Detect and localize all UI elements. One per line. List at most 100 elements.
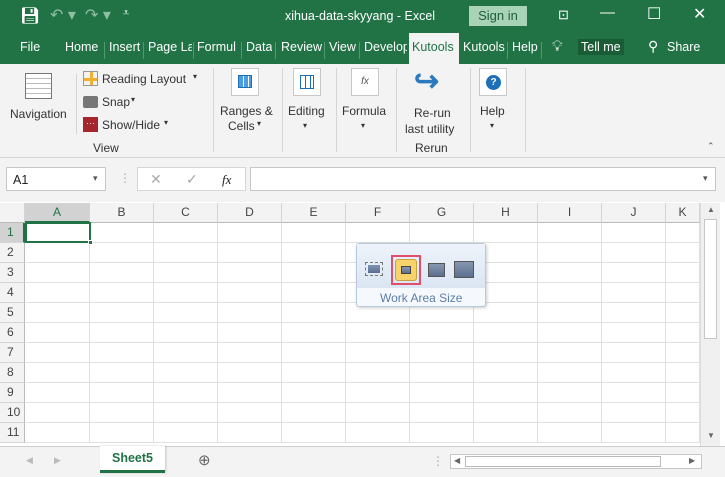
navigation-button[interactable]: Navigation [5, 70, 71, 130]
cell[interactable] [25, 423, 90, 443]
row-header[interactable]: 9 [0, 383, 25, 403]
cell[interactable] [602, 243, 666, 263]
maximize-icon[interactable]: ☐ [647, 4, 661, 24]
tab-kutools-plus[interactable]: Kutools [463, 40, 505, 54]
cell[interactable] [154, 263, 218, 283]
tab-kutools-active[interactable]: Kutools [409, 33, 459, 64]
cell[interactable] [90, 263, 154, 283]
fill-handle[interactable] [88, 240, 93, 245]
tab-developer[interactable]: Develop [364, 40, 407, 54]
cell[interactable] [410, 343, 474, 363]
cell[interactable] [154, 303, 218, 323]
column-header[interactable]: K [666, 203, 700, 223]
row-header[interactable]: 7 [0, 343, 25, 363]
undo-icon[interactable]: ↶ ▾ [50, 5, 76, 25]
vertical-scroll-thumb[interactable] [704, 219, 717, 339]
cell[interactable] [474, 403, 538, 423]
cell[interactable] [218, 423, 282, 443]
row-header[interactable]: 2 [0, 243, 25, 263]
cell[interactable] [346, 343, 410, 363]
cell[interactable] [346, 423, 410, 443]
cell[interactable] [666, 223, 700, 243]
row-header[interactable]: 10 [0, 403, 25, 423]
cell[interactable] [346, 223, 410, 243]
cell[interactable] [154, 343, 218, 363]
cell[interactable] [90, 223, 154, 243]
cell[interactable] [538, 423, 602, 443]
cell[interactable] [154, 243, 218, 263]
tab-data[interactable]: Data [246, 40, 272, 54]
cell[interactable] [25, 383, 90, 403]
cell[interactable] [602, 283, 666, 303]
name-box[interactable]: A1 ▾ [6, 167, 106, 191]
next-sheet-icon[interactable]: ▶ [54, 455, 61, 466]
cell[interactable] [410, 423, 474, 443]
reading-layout-button[interactable]: Reading Layout ▾ [83, 69, 203, 89]
tab-formulas[interactable]: Formul [197, 40, 237, 54]
cell[interactable] [666, 343, 700, 363]
select-all-corner[interactable] [0, 203, 25, 223]
cell[interactable] [602, 223, 666, 243]
cell[interactable] [90, 363, 154, 383]
cell[interactable] [410, 363, 474, 383]
cell[interactable] [154, 403, 218, 423]
enter-icon[interactable]: ✓ [186, 171, 198, 188]
horizontal-scroll-thumb[interactable] [465, 456, 661, 467]
work-area-fullscreen-icon[interactable] [365, 262, 383, 276]
cell[interactable] [218, 343, 282, 363]
cell[interactable] [410, 383, 474, 403]
cell[interactable] [538, 243, 602, 263]
cell[interactable] [666, 383, 700, 403]
cell[interactable] [218, 403, 282, 423]
cell[interactable] [90, 243, 154, 263]
help-button[interactable]: ? Help ▾ [474, 68, 516, 138]
cell[interactable] [602, 363, 666, 383]
cell[interactable] [90, 383, 154, 403]
tab-review[interactable]: Review [281, 40, 322, 54]
scroll-right-icon[interactable]: ▶ [689, 456, 695, 465]
column-header[interactable]: A [25, 203, 90, 223]
tab-view[interactable]: View [329, 40, 356, 54]
cell[interactable] [538, 323, 602, 343]
cell[interactable] [282, 223, 346, 243]
rerun-button[interactable]: ↪ Re-run last utility [400, 65, 465, 138]
formula-input[interactable]: ▾ [250, 167, 716, 191]
insert-function-icon[interactable]: fx [222, 172, 231, 188]
cell[interactable] [90, 323, 154, 343]
row-header[interactable]: 8 [0, 363, 25, 383]
cell[interactable] [25, 303, 90, 323]
cell[interactable] [218, 223, 282, 243]
row-header[interactable]: 11 [0, 423, 25, 443]
cell[interactable] [602, 383, 666, 403]
tell-me-search[interactable]: Tell me [578, 39, 624, 55]
customize-qat-icon[interactable]: ⩡ [123, 7, 129, 20]
column-header[interactable]: H [474, 203, 538, 223]
cell[interactable] [602, 323, 666, 343]
row-header[interactable]: 5 [0, 303, 25, 323]
cell[interactable] [218, 283, 282, 303]
cell[interactable] [218, 323, 282, 343]
snap-button[interactable]: Snap ▾ [83, 92, 143, 112]
cell[interactable] [666, 263, 700, 283]
ribbon-display-icon[interactable]: ⊡ [558, 7, 569, 23]
sign-in-button[interactable]: Sign in [469, 6, 527, 26]
cell[interactable] [346, 403, 410, 423]
cell[interactable] [666, 283, 700, 303]
cell[interactable] [90, 343, 154, 363]
work-area-size-2-button[interactable] [391, 255, 421, 285]
cell[interactable] [282, 243, 346, 263]
cell[interactable] [282, 303, 346, 323]
column-header[interactable]: C [154, 203, 218, 223]
column-header[interactable]: G [410, 203, 474, 223]
redo-icon[interactable]: ↷ ▾ [85, 5, 111, 25]
cell[interactable] [666, 363, 700, 383]
cell[interactable] [666, 323, 700, 343]
active-cell-a1[interactable] [25, 222, 93, 245]
column-header[interactable]: B [90, 203, 154, 223]
cell[interactable] [25, 323, 90, 343]
editing-button[interactable]: Editing ▾ [285, 68, 335, 138]
cell[interactable] [218, 263, 282, 283]
save-icon[interactable]: 💾︎ [20, 6, 40, 26]
chevron-down-icon[interactable]: ▾ [93, 173, 98, 184]
cell[interactable] [474, 343, 538, 363]
